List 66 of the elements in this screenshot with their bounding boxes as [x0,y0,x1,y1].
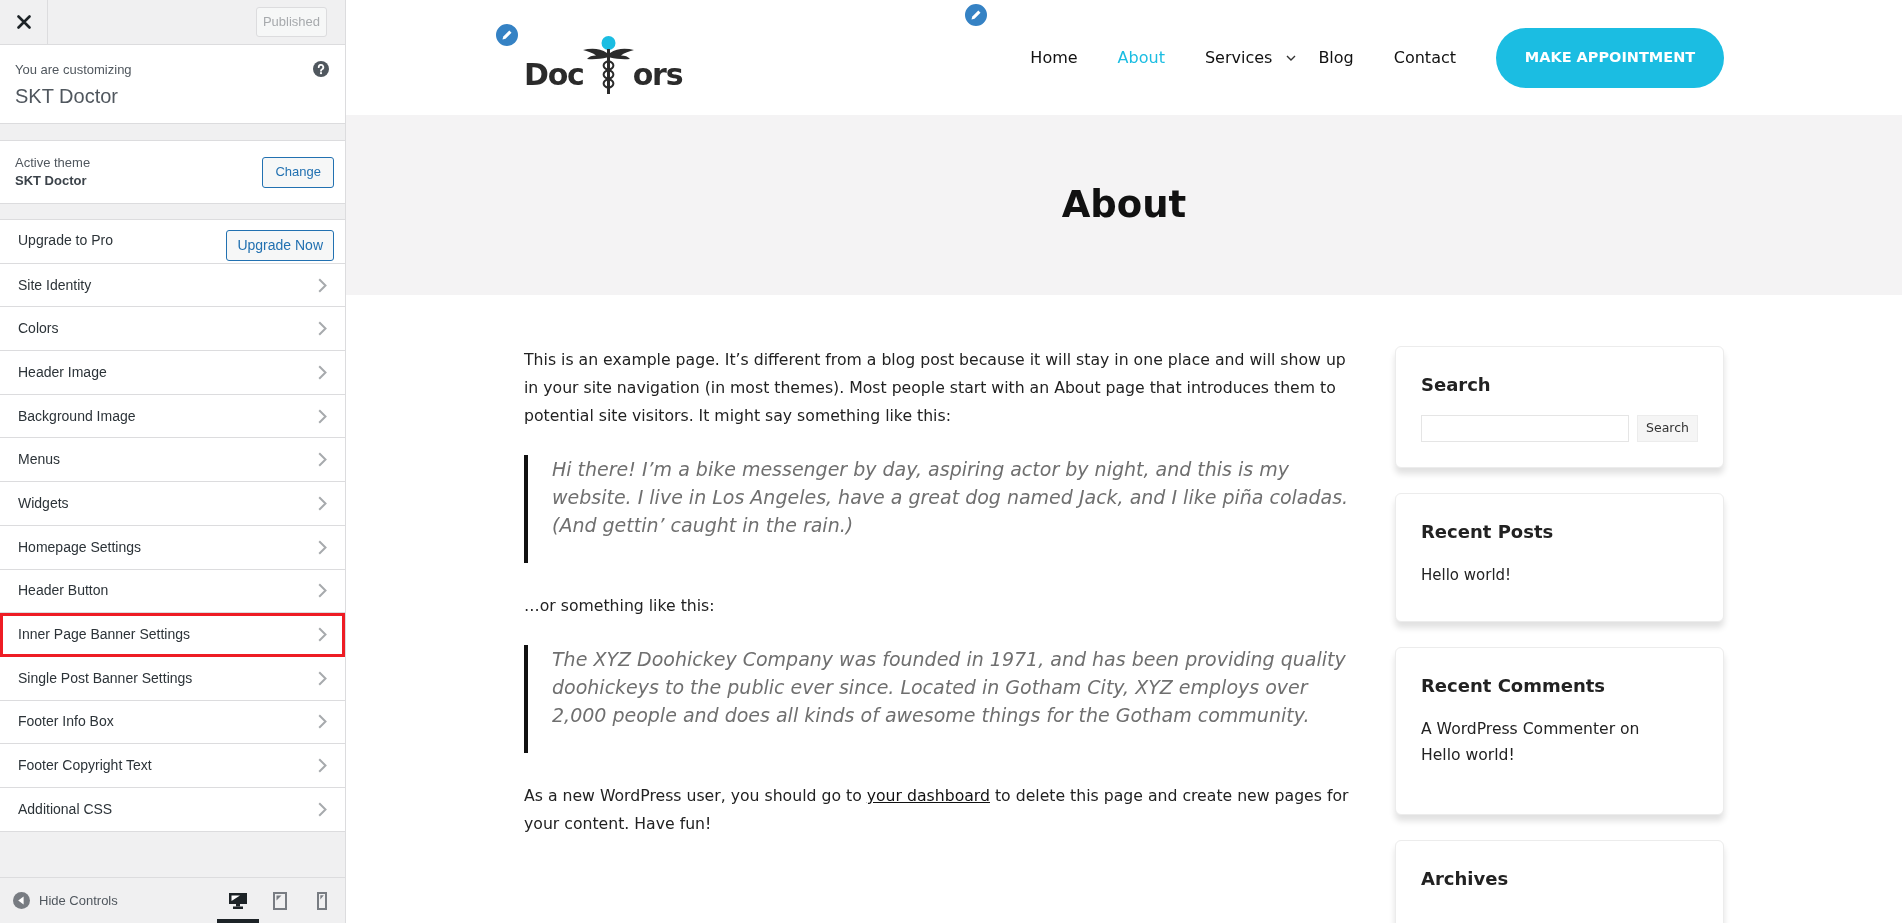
quote-text: Hi there! I’m a bike messenger by day, aspiring actor by night, and this is my website. I live in Los Angeles, have a great dog named Jack, and I like piña coladas. (And gettin’ caught in the rain.) [552,457,1349,538]
quote-text: The XYZ Doohickey Company was founded in 1971, and has been providing quality doohickeys to the public ever since. Located in Gotham City, XYZ employs over 2,000 people and does all kinds of awesome things for the Gotham community. [552,647,1347,728]
customizing-label: You are customizing [15,61,132,79]
page-title: About [1061,182,1187,228]
desktop-icon [229,892,247,909]
chevron-right-icon [318,408,327,424]
widget-title: Recent Posts [1421,520,1555,544]
widget-title: Archives [1421,867,1510,891]
change-theme-button[interactable]: Change [262,156,334,188]
search-button[interactable]: Search [1637,415,1698,442]
collapse-icon [13,892,30,909]
comment-entry: A WordPress Commenter on Hello world! [1421,719,1641,766]
comment-link[interactable]: A WordPress Commenter [1421,720,1616,738]
mobile-icon [317,891,327,910]
chevron-right-icon [318,758,327,774]
close-icon [16,15,31,29]
widget-title: Search [1421,373,1492,397]
upgrade-label: Upgrade to Pro [18,231,113,251]
section-item[interactable]: Inner Page Banner Settings [0,613,345,657]
nav-link[interactable]: Blog [1318,45,1354,70]
dashboard-link[interactable]: your dashboard [866,786,990,805]
tablet-icon [273,891,287,910]
chevron-down-icon[interactable] [1286,54,1297,61]
chevron-right-icon [318,670,327,686]
site-logo[interactable]: Doc ors [524,25,683,90]
nav-link[interactable]: Home [1030,45,1078,70]
section-item[interactable]: Site Identity [0,263,345,308]
nav-link[interactable]: Contact [1393,45,1456,70]
chevron-right-icon [318,714,327,730]
chevron-right-icon [318,277,327,293]
chevron-right-icon [318,321,327,337]
chevron-right-icon [318,627,327,643]
help-icon[interactable] [313,61,329,77]
paragraph: This is an example page. It’s different from a blog post because it will stay in one place and will show up in your site navigation (in most themes). Most people start with an About page that introduces them to potential site visitors. It might say something like this: [524,349,1347,427]
search-field[interactable] [1421,415,1630,442]
chevron-right-icon [318,364,327,380]
section-item[interactable]: Header Button [0,569,345,614]
nav-link[interactable]: Services [1204,45,1273,70]
section-item[interactable]: Menus [0,438,345,483]
chevron-right-icon [318,801,327,817]
post-link[interactable]: Hello world! [1421,566,1512,584]
section-item[interactable]: Colors [0,307,345,352]
hide-controls-button[interactable]: Hide Controls [13,890,118,911]
upgrade-now-button[interactable]: Upgrade Now [226,229,334,261]
chevron-right-icon [318,495,327,511]
section-item[interactable]: Footer Copyright Text [0,744,345,788]
section-item[interactable]: Background Image [0,394,345,439]
section-item[interactable]: Widgets [0,482,345,526]
section-item[interactable]: Single Post Banner Settings [0,656,345,701]
chevron-right-icon [318,452,327,468]
section-item[interactable]: Homepage Settings [0,525,345,570]
widget-title: Recent Comments [1421,674,1607,698]
section-item[interactable]: Header Image [0,351,345,395]
caduceus-icon [582,35,634,94]
pencil-icon[interactable] [963,2,989,28]
theme-name: SKT Doctor [15,172,88,190]
pencil-icon[interactable] [494,22,520,48]
chevron-right-icon [318,583,327,599]
paragraph: …or something like this: [524,595,716,617]
comment-link[interactable]: Hello world! [1421,746,1515,764]
site-title: SKT Doctor [15,84,119,109]
paragraph: As a new WordPress user, you should go to your dashboard to delete this page and create new pages for your content. Have fun! [524,785,1349,835]
active-theme-label: Active theme [15,154,91,172]
chevron-right-icon [318,539,327,555]
section-item[interactable]: Additional CSS [0,787,345,832]
section-item[interactable]: Footer Info Box [0,700,345,745]
